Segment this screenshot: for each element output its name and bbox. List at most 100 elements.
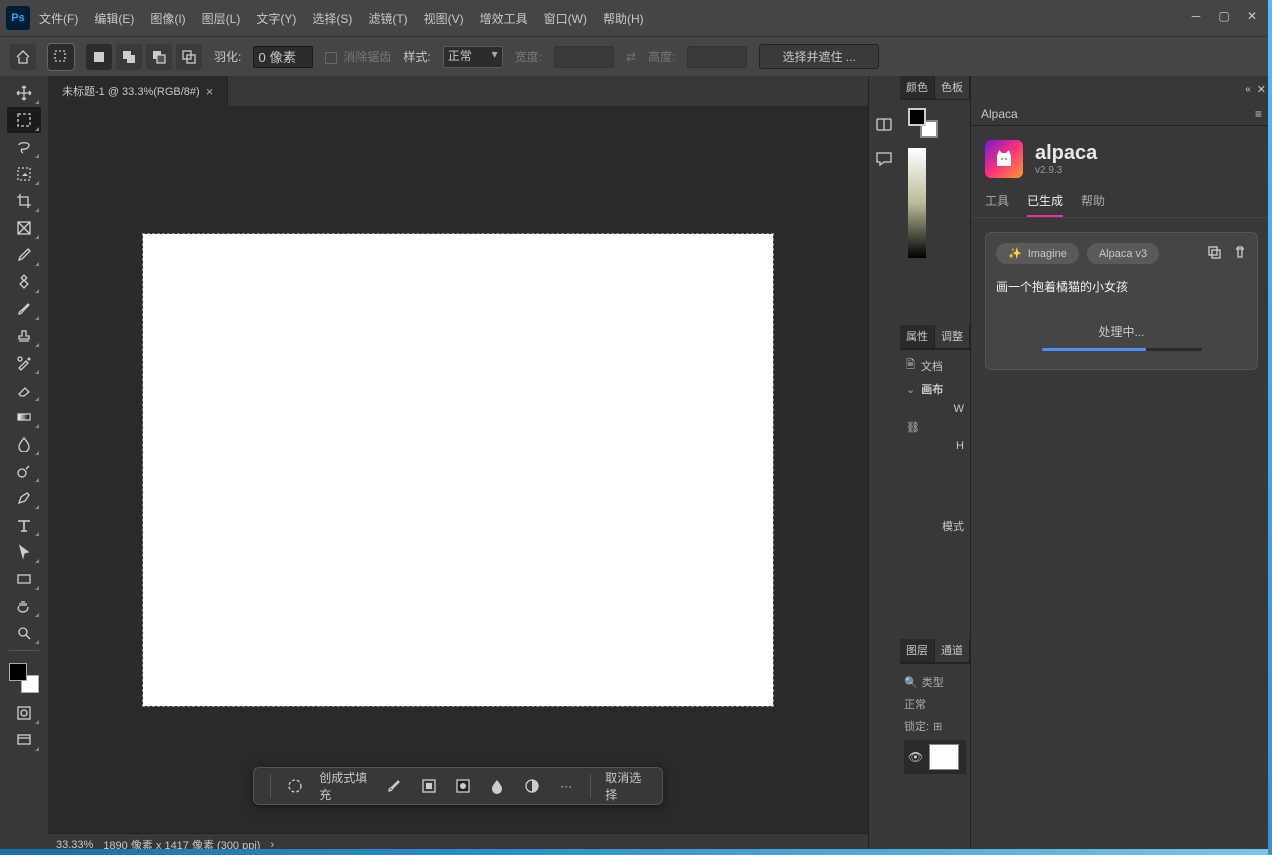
- screen-mode-icon[interactable]: [7, 727, 41, 753]
- frame-tool[interactable]: [7, 215, 41, 241]
- zoom-tool[interactable]: [7, 620, 41, 646]
- subtract-selection-icon[interactable]: [146, 44, 172, 70]
- alpaca-tab-generated[interactable]: 已生成: [1027, 192, 1063, 217]
- layer-visibility-icon[interactable]: 👁: [908, 750, 923, 764]
- menu-type[interactable]: 文字(Y): [249, 6, 303, 31]
- canvas-area[interactable]: 创成式填充 ··· 取消选择: [48, 106, 868, 833]
- lock-icons[interactable]: ⊞: [933, 720, 942, 733]
- blend-mode-select[interactable]: 正常: [904, 696, 926, 712]
- alpaca-panel-title[interactable]: Alpaca: [981, 107, 1018, 121]
- layer-thumbnail[interactable]: [929, 744, 959, 770]
- brush-shortcut-icon[interactable]: [384, 774, 404, 798]
- menu-window[interactable]: 窗口(W): [537, 6, 594, 31]
- menu-filter[interactable]: 滤镜(T): [361, 6, 414, 31]
- imagine-pill[interactable]: ✨Imagine: [996, 243, 1079, 264]
- hand-tool[interactable]: [7, 593, 41, 619]
- tool-preset-icon[interactable]: [48, 44, 74, 70]
- add-selection-icon[interactable]: [116, 44, 142, 70]
- antialias-label: 消除锯齿: [343, 50, 391, 64]
- canvas-caret-icon[interactable]: ⌄: [906, 383, 915, 396]
- invert-icon[interactable]: [453, 774, 473, 798]
- cancel-selection-button[interactable]: 取消选择: [605, 769, 646, 803]
- alpaca-tab-tools[interactable]: 工具: [985, 192, 1009, 217]
- crop-tool[interactable]: [7, 188, 41, 214]
- type-tool[interactable]: [7, 512, 41, 538]
- brush-tool[interactable]: [7, 296, 41, 322]
- select-and-mask-button[interactable]: 选择并遮住 ...: [759, 44, 878, 69]
- object-select-tool[interactable]: [7, 161, 41, 187]
- color-mini-swatch[interactable]: [908, 108, 938, 138]
- strip-comment-icon[interactable]: [875, 150, 895, 170]
- maximize-button[interactable]: ▢: [1210, 6, 1238, 26]
- panel-collapse-icon[interactable]: «: [1245, 84, 1251, 95]
- feather-input[interactable]: [253, 46, 313, 68]
- history-brush-tool[interactable]: [7, 350, 41, 376]
- width-label: 宽度:: [515, 48, 542, 65]
- color-swatches[interactable]: [7, 661, 41, 695]
- alpaca-panel-menu-icon[interactable]: ≡: [1255, 107, 1262, 121]
- generative-fill-button[interactable]: 创成式填充: [319, 769, 370, 803]
- tab-close-icon[interactable]: ×: [206, 84, 214, 99]
- menu-select[interactable]: 选择(S): [305, 6, 359, 31]
- menu-layer[interactable]: 图层(L): [195, 6, 248, 31]
- antialias-checkbox[interactable]: [325, 52, 337, 64]
- copy-icon[interactable]: [1207, 245, 1221, 262]
- menu-plugins[interactable]: 增效工具: [473, 6, 535, 31]
- color-panel: [900, 100, 970, 325]
- menu-file[interactable]: 文件(F): [32, 6, 85, 31]
- color-panel-tab[interactable]: 颜色: [900, 76, 935, 99]
- stamp-tool[interactable]: [7, 323, 41, 349]
- alpaca-tab-help[interactable]: 帮助: [1081, 192, 1105, 217]
- menu-help[interactable]: 帮助(H): [596, 6, 651, 31]
- strip-learn-icon[interactable]: [875, 116, 895, 136]
- layers-panel: 🔍类型 正常 锁定:⊞ 👁: [900, 663, 970, 855]
- properties-panel-tab[interactable]: 属性: [900, 325, 935, 348]
- link-wh-icon[interactable]: ⛓: [906, 421, 920, 434]
- swatches-panel-tab[interactable]: 色板: [935, 76, 970, 99]
- new-selection-icon[interactable]: [86, 44, 112, 70]
- style-select[interactable]: 正常 ▾: [443, 46, 503, 68]
- marquee-tool[interactable]: [7, 107, 41, 133]
- dodge-tool[interactable]: [7, 458, 41, 484]
- heal-tool[interactable]: [7, 269, 41, 295]
- gradient-tool[interactable]: [7, 404, 41, 430]
- menu-view[interactable]: 视图(V): [417, 6, 471, 31]
- document-tab-title: 未标题-1 @ 33.3%(RGB/8#): [62, 83, 200, 99]
- layer-search-type[interactable]: 类型: [922, 674, 944, 690]
- blur-tool[interactable]: [7, 431, 41, 457]
- path-select-tool[interactable]: [7, 539, 41, 565]
- rectangle-tool[interactable]: [7, 566, 41, 592]
- canvas-section-label: 画布: [921, 381, 943, 397]
- foreground-swatch[interactable]: [9, 663, 27, 681]
- pen-tool[interactable]: [7, 485, 41, 511]
- move-tool[interactable]: [7, 80, 41, 106]
- panel-close-icon[interactable]: ✕: [1257, 83, 1266, 96]
- adjust-panel-tab[interactable]: 调整: [935, 325, 970, 348]
- home-icon[interactable]: [10, 44, 36, 70]
- eraser-tool[interactable]: [7, 377, 41, 403]
- layers-panel-tab[interactable]: 图层: [900, 639, 935, 662]
- fill-icon[interactable]: [487, 774, 507, 798]
- eyedropper-tool[interactable]: [7, 242, 41, 268]
- height-label: 高度:: [648, 48, 675, 65]
- menu-image[interactable]: 图像(I): [143, 6, 192, 31]
- lasso-tool[interactable]: [7, 134, 41, 160]
- adjust-icon[interactable]: [522, 774, 542, 798]
- channels-panel-tab[interactable]: 通道: [935, 639, 970, 662]
- window-controls: ─ ▢ ✕: [1182, 6, 1266, 26]
- close-button[interactable]: ✕: [1238, 6, 1266, 26]
- layer-row[interactable]: 👁: [904, 740, 966, 774]
- search-icon[interactable]: 🔍: [904, 676, 918, 689]
- quick-mask-icon[interactable]: [7, 700, 41, 726]
- context-taskbar: 创成式填充 ··· 取消选择: [253, 767, 663, 805]
- add-mask-icon[interactable]: [419, 774, 439, 798]
- delete-icon[interactable]: [1233, 245, 1247, 262]
- swap-wh-icon[interactable]: ⇄: [626, 50, 636, 64]
- menu-edit[interactable]: 编辑(E): [87, 6, 141, 31]
- more-icon[interactable]: ···: [556, 774, 576, 798]
- intersect-selection-icon[interactable]: [176, 44, 202, 70]
- canvas[interactable]: [143, 234, 773, 706]
- model-pill[interactable]: Alpaca v3: [1087, 243, 1159, 264]
- minimize-button[interactable]: ─: [1182, 6, 1210, 26]
- document-tab[interactable]: 未标题-1 @ 33.3%(RGB/8#) ×: [48, 76, 228, 106]
